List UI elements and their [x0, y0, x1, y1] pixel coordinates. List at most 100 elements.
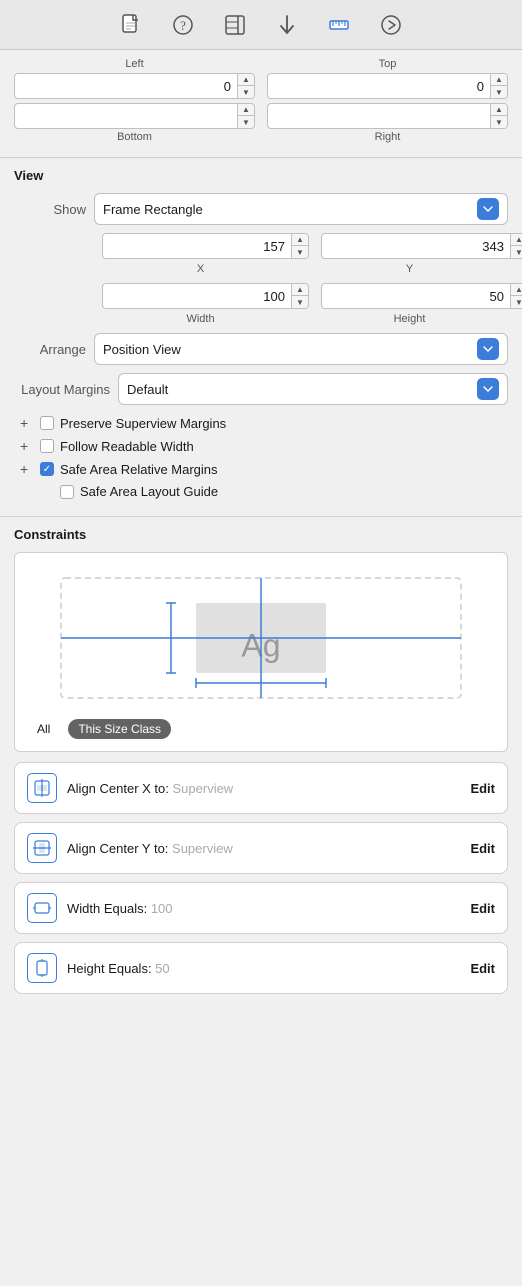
y-input[interactable] [322, 236, 510, 257]
width-label: Width [102, 313, 299, 325]
help-icon[interactable]: ? [171, 13, 195, 37]
width-up-btn[interactable]: ▲ [292, 284, 308, 296]
height-down-btn[interactable]: ▼ [511, 296, 522, 308]
width-equals-label: Width Equals: [67, 901, 151, 916]
view-section-title: View [14, 168, 508, 183]
height-equals-edit-btn[interactable]: Edit [470, 961, 495, 976]
y-stepper[interactable]: ▲ ▼ [321, 233, 522, 259]
bottom-down-btn[interactable]: ▼ [238, 116, 254, 128]
follow-readable-row: + Follow Readable Width [14, 438, 508, 454]
constraint-diagram-svg: Ag [25, 568, 497, 708]
height-field: ▲ ▼ [321, 283, 522, 309]
constraint-diagram: Ag All This Size Class [14, 552, 508, 752]
right-down-btn[interactable]: ▼ [491, 116, 507, 128]
x-input[interactable] [103, 236, 291, 257]
preserve-superview-row: + Preserve Superview Margins [14, 415, 508, 431]
layout-margins-dropdown[interactable]: Default [118, 373, 508, 405]
bottom-stepper-buttons: ▲ ▼ [237, 104, 254, 128]
height-up-btn[interactable]: ▲ [511, 284, 522, 296]
layout-margins-value: Default [127, 382, 473, 397]
bottom-up-btn[interactable]: ▲ [238, 104, 254, 116]
height-equals-label: Height Equals: [67, 961, 155, 976]
y-up-btn[interactable]: ▲ [511, 234, 522, 246]
ruler-icon[interactable] [327, 13, 351, 37]
height-input[interactable] [322, 286, 510, 307]
top-down-btn[interactable]: ▼ [491, 86, 507, 98]
right-up-btn[interactable]: ▲ [491, 104, 507, 116]
align-center-y-edit-btn[interactable]: Edit [470, 841, 495, 856]
x-stepper[interactable]: ▲ ▼ [102, 233, 309, 259]
height-equals-value: 50 [155, 961, 169, 976]
top-field-group: Top ▲ ▼ [267, 58, 508, 99]
right-stepper-buttons: ▲ ▼ [490, 104, 507, 128]
safe-area-layout-checkbox[interactable] [60, 485, 74, 499]
left-input[interactable] [15, 76, 237, 97]
safe-area-relative-plus-btn[interactable]: + [20, 461, 34, 477]
safe-area-layout-label: Safe Area Layout Guide [80, 484, 218, 499]
wh-fields-row: ▲ ▼ ▲ ▼ [102, 283, 508, 309]
align-center-y-text: Align Center Y to: Superview [67, 841, 460, 856]
align-center-x-icon [27, 773, 57, 803]
file-icon[interactable] [119, 13, 143, 37]
layout-margins-label: Layout Margins [14, 382, 118, 397]
right-stepper[interactable]: ▲ ▼ [267, 103, 508, 129]
xy-fields-row: ▲ ▼ ▲ ▼ [102, 233, 508, 259]
width-stepper[interactable]: ▲ ▼ [102, 283, 309, 309]
xy-labels-row: X Y [102, 263, 508, 275]
align-center-y-label: Align Center Y to: [67, 841, 172, 856]
show-dropdown[interactable]: Frame Rectangle [94, 193, 508, 225]
width-stepper-btns: ▲ ▼ [291, 284, 308, 308]
y-down-btn[interactable]: ▼ [511, 246, 522, 258]
left-stepper[interactable]: ▲ ▼ [14, 73, 255, 99]
right-label: Right [375, 131, 401, 143]
arrange-dropdown-arrow [477, 338, 499, 360]
align-center-x-label: Align Center X to: [67, 781, 173, 796]
right-input[interactable] [268, 106, 490, 127]
follow-readable-checkbox[interactable] [40, 439, 54, 453]
bottom-input[interactable] [15, 106, 237, 127]
view-section: View Show Frame Rectangle ▲ ▼ [0, 158, 522, 516]
inspector-icon[interactable] [223, 13, 247, 37]
arrange-dropdown[interactable]: Position View [94, 333, 508, 365]
arrow-icon[interactable] [275, 13, 299, 37]
diagram-canvas: Ag [25, 563, 497, 713]
height-equals-text: Height Equals: 50 [67, 961, 460, 976]
layout-margins-arrow [477, 378, 499, 400]
left-down-btn[interactable]: ▼ [238, 86, 254, 98]
align-center-y-item: Align Center Y to: Superview Edit [14, 822, 508, 874]
align-center-x-text: Align Center X to: Superview [67, 781, 460, 796]
preserve-superview-checkbox[interactable] [40, 416, 54, 430]
xy-container: ▲ ▼ ▲ ▼ X Y [14, 233, 508, 325]
align-center-x-edit-btn[interactable]: Edit [470, 781, 495, 796]
arrange-value: Position View [103, 342, 473, 357]
x-field: ▲ ▼ [102, 233, 309, 259]
top-up-btn[interactable]: ▲ [491, 74, 507, 86]
follow-readable-plus-btn[interactable]: + [20, 438, 34, 454]
height-stepper[interactable]: ▲ ▼ [321, 283, 522, 309]
width-field: ▲ ▼ [102, 283, 309, 309]
x-down-btn[interactable]: ▼ [292, 246, 308, 258]
top-input[interactable] [268, 76, 490, 97]
follow-readable-label: Follow Readable Width [60, 439, 194, 454]
width-equals-text: Width Equals: 100 [67, 901, 460, 916]
constraints-section: Constraints Ag [0, 517, 522, 1012]
align-center-x-value: Superview [173, 781, 234, 796]
left-up-btn[interactable]: ▲ [238, 74, 254, 86]
top-stepper[interactable]: ▲ ▼ [267, 73, 508, 99]
tab-all[interactable]: All [27, 719, 60, 739]
toolbar: ? [0, 0, 522, 50]
preserve-plus-btn[interactable]: + [20, 415, 34, 431]
forward-icon[interactable] [379, 13, 403, 37]
width-equals-edit-btn[interactable]: Edit [470, 901, 495, 916]
width-down-btn[interactable]: ▼ [292, 296, 308, 308]
constraints-title: Constraints [14, 527, 508, 542]
left-label: Left [125, 58, 143, 70]
align-center-x-item: Align Center X to: Superview Edit [14, 762, 508, 814]
constraint-tabs: All This Size Class [25, 713, 497, 741]
tab-this-size-class[interactable]: This Size Class [68, 719, 171, 739]
x-up-btn[interactable]: ▲ [292, 234, 308, 246]
safe-area-relative-checkbox[interactable] [40, 462, 54, 476]
bottom-label: Bottom [117, 131, 152, 143]
bottom-stepper[interactable]: ▲ ▼ [14, 103, 255, 129]
width-input[interactable] [103, 286, 291, 307]
